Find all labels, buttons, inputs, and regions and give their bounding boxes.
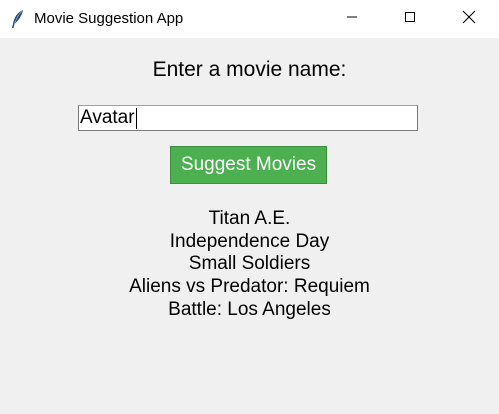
title-bar[interactable]: Movie Suggestion App — [0, 0, 499, 38]
suggestions-list: Titan A.E. Independence Day Small Soldie… — [0, 208, 499, 322]
suggestion-item: Titan A.E. — [208, 208, 291, 229]
suggestion-item: Independence Day — [169, 230, 330, 252]
app-window: Movie Suggestion App Enter a movie name:… — [0, 0, 499, 414]
suggestion-item: Aliens vs Predator: Requiem — [129, 276, 370, 298]
maximize-icon — [404, 10, 416, 28]
close-icon — [462, 10, 476, 29]
minimize-button[interactable] — [323, 0, 381, 38]
text-cursor — [136, 108, 137, 129]
window-title: Movie Suggestion App — [34, 10, 184, 27]
suggestion-item: Small Soldiers — [188, 253, 311, 275]
suggestion-item: Battle: Los Angeles — [168, 298, 331, 320]
minimize-icon — [346, 10, 358, 28]
feather-icon — [10, 9, 26, 29]
maximize-button[interactable] — [381, 0, 439, 38]
prompt-label: Enter a movie name: — [152, 58, 347, 81]
movie-name-input[interactable] — [78, 105, 418, 131]
suggest-movies-button[interactable]: Suggest Movies — [170, 146, 327, 184]
close-button[interactable] — [440, 0, 498, 38]
